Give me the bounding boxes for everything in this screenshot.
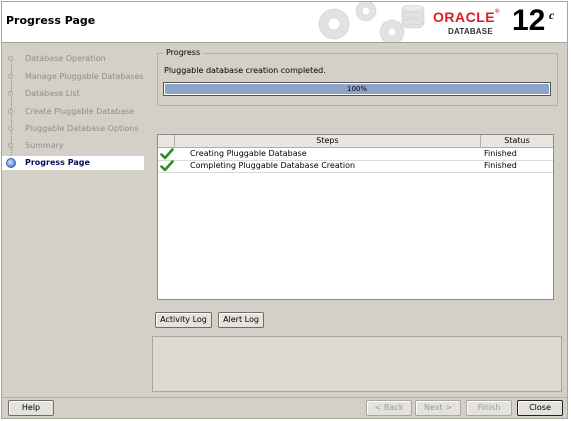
current-step-icon bbox=[6, 158, 16, 168]
step-dot-icon bbox=[8, 143, 13, 148]
wizard-steps-sidebar: Database Operation Manage Pluggable Data… bbox=[2, 43, 146, 398]
step-name: Completing Pluggable Database Creation bbox=[190, 161, 356, 170]
progress-status-message: Pluggable database creation completed. bbox=[164, 66, 326, 75]
header-banner: Progress Page ORACLE DATABASE 12 c bbox=[2, 2, 567, 43]
footer-divider bbox=[2, 397, 567, 398]
sidebar-item-create-pluggable-database[interactable]: Create Pluggable Database bbox=[2, 105, 144, 119]
progress-group-box bbox=[157, 53, 558, 106]
installer-window: Progress Page ORACLE DATABASE 12 c bbox=[1, 1, 568, 419]
sidebar-item-pluggable-database-options[interactable]: Pluggable Database Options bbox=[2, 122, 144, 136]
steps-table: Steps Status Creating Pluggable Database… bbox=[157, 134, 554, 300]
sidebar-item-label: Manage Pluggable Databases bbox=[25, 72, 144, 81]
next-button[interactable]: Next > bbox=[415, 400, 461, 416]
progress-percent-label: 100% bbox=[346, 85, 367, 93]
step-dot-icon bbox=[8, 91, 13, 96]
sidebar-item-label: Summary bbox=[25, 141, 64, 150]
sidebar-item-label: Database List bbox=[25, 89, 80, 98]
log-details-panel bbox=[152, 336, 562, 392]
gears-graphic-icon bbox=[318, 2, 425, 42]
sidebar-item-label: Database Operation bbox=[25, 54, 106, 63]
progress-group-title: Progress bbox=[163, 48, 204, 57]
icon-column-header bbox=[158, 135, 175, 147]
sidebar-item-label: Create Pluggable Database bbox=[25, 107, 135, 116]
version-suffix: c bbox=[549, 8, 555, 22]
status-column-header[interactable]: Status bbox=[481, 135, 553, 147]
check-icon bbox=[160, 148, 174, 160]
help-button[interactable]: Help bbox=[8, 400, 54, 416]
sidebar-item-progress-page[interactable]: Progress Page bbox=[2, 156, 144, 170]
page-title: Progress Page bbox=[6, 14, 96, 27]
activity-log-button[interactable]: Activity Log bbox=[155, 312, 212, 328]
table-row[interactable]: Completing Pluggable Database Creation F… bbox=[158, 160, 553, 173]
alert-log-button[interactable]: Alert Log bbox=[218, 312, 264, 328]
steps-table-header: Steps Status bbox=[158, 135, 553, 148]
step-dot-icon bbox=[8, 74, 13, 79]
step-dot-icon bbox=[8, 126, 13, 131]
database-logo-text: DATABASE bbox=[448, 27, 493, 36]
sidebar-item-manage-pluggable-databases[interactable]: Manage Pluggable Databases bbox=[2, 70, 144, 84]
sidebar-item-database-operation[interactable]: Database Operation bbox=[2, 52, 144, 66]
sidebar-item-database-list[interactable]: Database List bbox=[2, 87, 144, 101]
step-status: Finished bbox=[484, 149, 517, 158]
oracle-logo: ORACLE bbox=[433, 9, 500, 25]
finish-button[interactable]: Finish bbox=[466, 400, 512, 416]
step-dot-icon bbox=[8, 109, 13, 114]
step-status: Finished bbox=[484, 161, 517, 170]
sidebar-item-label: Pluggable Database Options bbox=[25, 124, 139, 133]
step-dot-icon bbox=[8, 56, 13, 61]
version-number: 12 bbox=[512, 4, 546, 37]
sidebar-item-summary[interactable]: Summary bbox=[2, 139, 144, 153]
sidebar-item-label: Progress Page bbox=[25, 158, 90, 167]
progress-bar: 100% bbox=[163, 82, 551, 96]
close-button[interactable]: Close bbox=[517, 400, 563, 416]
step-name: Creating Pluggable Database bbox=[190, 149, 307, 158]
back-button[interactable]: < Back bbox=[366, 400, 412, 416]
check-icon bbox=[160, 160, 174, 172]
steps-column-header[interactable]: Steps bbox=[175, 135, 481, 147]
